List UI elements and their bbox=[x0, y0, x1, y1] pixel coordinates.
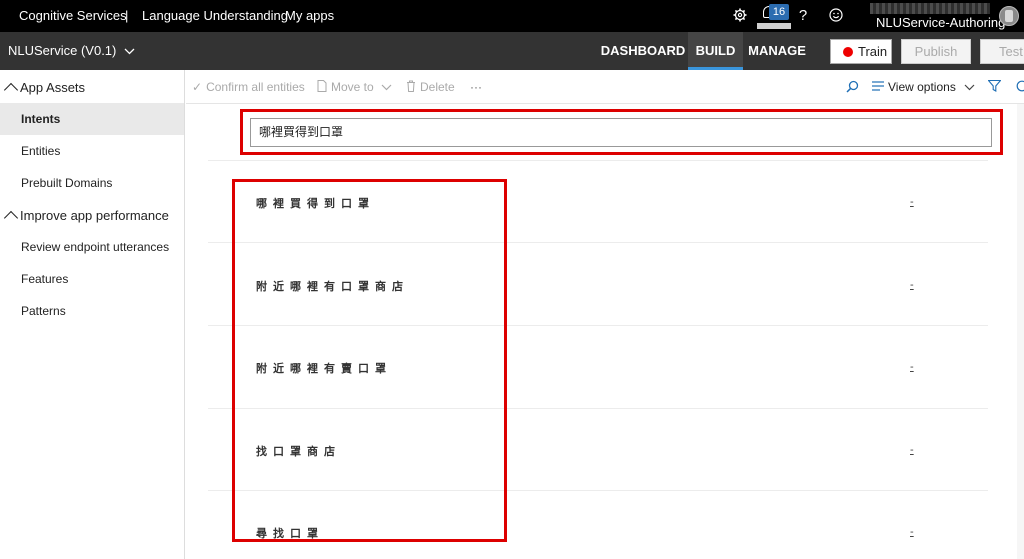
smiley-icon[interactable] bbox=[826, 0, 846, 32]
move-to-label: Move to bbox=[331, 80, 374, 94]
confirm-all-entities-button[interactable]: ✓ Confirm all entities bbox=[192, 70, 305, 104]
sidebar-item-review-endpoint-utterances[interactable]: Review endpoint utterances bbox=[0, 231, 184, 263]
sidebar: App Assets Intents Entities Prebuilt Dom… bbox=[0, 70, 185, 559]
train-button[interactable]: Train bbox=[830, 39, 892, 64]
blurred-account-email bbox=[870, 3, 990, 14]
move-to-button[interactable]: Move to bbox=[317, 70, 396, 104]
sidebar-group-app-assets[interactable]: App Assets bbox=[0, 72, 185, 104]
intent-dropdown[interactable]: - bbox=[910, 279, 914, 291]
sidebar-item-intents[interactable]: Intents bbox=[0, 103, 184, 135]
sidebar-item-entities[interactable]: Entities bbox=[0, 135, 184, 167]
app-nav-bar: NLUService (V0.1) DASHBOARD BUILD MANAGE… bbox=[0, 32, 1024, 70]
more-options-button[interactable]: ··· bbox=[470, 70, 482, 104]
gear-icon[interactable] bbox=[730, 0, 750, 32]
test-button[interactable]: Test bbox=[980, 39, 1024, 64]
publish-button[interactable]: Publish bbox=[901, 39, 971, 64]
view-options-button[interactable]: View options bbox=[872, 70, 979, 104]
chevron-down-icon bbox=[964, 70, 975, 104]
breadcrumb-cognitive-services[interactable]: Cognitive Services bbox=[19, 0, 127, 32]
train-label: Train bbox=[858, 44, 888, 59]
intent-dropdown[interactable]: - bbox=[910, 444, 914, 456]
row-divider bbox=[208, 160, 988, 161]
trash-icon bbox=[406, 70, 416, 104]
breadcrumb-my-apps[interactable]: My apps bbox=[285, 0, 334, 32]
confirm-all-entities-label: Confirm all entities bbox=[206, 80, 305, 94]
train-status-dot-icon bbox=[843, 47, 853, 57]
search-icon[interactable] bbox=[846, 70, 859, 104]
highlight-box-utterances bbox=[232, 179, 507, 542]
avatar[interactable] bbox=[999, 6, 1019, 26]
breadcrumb-language-understanding[interactable]: Language Understanding bbox=[142, 0, 288, 32]
help-icon[interactable]: ? bbox=[793, 0, 813, 32]
delete-button[interactable]: Delete bbox=[406, 70, 455, 104]
sidebar-group-label: Improve app performance bbox=[20, 208, 169, 223]
view-options-label: View options bbox=[888, 80, 956, 94]
refresh-icon[interactable] bbox=[1016, 70, 1024, 104]
list-icon bbox=[872, 70, 884, 104]
app-selector[interactable]: NLUService (V0.1) bbox=[8, 32, 135, 70]
sidebar-group-label: App Assets bbox=[20, 80, 86, 95]
chevron-up-icon bbox=[3, 210, 19, 226]
sidebar-item-prebuilt-domains[interactable]: Prebuilt Domains bbox=[0, 167, 184, 199]
vertical-scrollbar[interactable] bbox=[1017, 104, 1024, 559]
delete-label: Delete bbox=[420, 80, 455, 94]
intent-dropdown[interactable]: - bbox=[910, 526, 914, 538]
chevron-down-icon bbox=[381, 70, 392, 104]
utterance-input[interactable]: 哪裡買得到口罩 bbox=[250, 118, 992, 147]
intent-dropdown[interactable]: - bbox=[910, 196, 914, 208]
username[interactable]: NLUService-Authoring bbox=[876, 14, 1005, 32]
chevron-up-icon bbox=[3, 82, 19, 98]
chevron-down-icon bbox=[124, 34, 135, 72]
intent-dropdown[interactable]: - bbox=[910, 361, 914, 373]
sidebar-item-patterns[interactable]: Patterns bbox=[0, 295, 184, 327]
document-icon bbox=[317, 70, 327, 104]
checkmark-icon: ✓ bbox=[192, 80, 203, 94]
breadcrumb-separator: | bbox=[125, 8, 129, 23]
notification-count-badge: 16 bbox=[769, 4, 789, 20]
filter-icon[interactable] bbox=[987, 70, 1002, 104]
top-bar: Cognitive Services | Language Understand… bbox=[0, 0, 1024, 32]
app-name: NLUService (V0.1) bbox=[8, 43, 117, 58]
tab-manage[interactable]: MANAGE bbox=[745, 32, 809, 70]
sidebar-item-features[interactable]: Features bbox=[0, 263, 184, 295]
utterance-toolbar: ✓ Confirm all entities Move to Delete ···… bbox=[186, 70, 1024, 104]
tab-dashboard[interactable]: DASHBOARD bbox=[600, 32, 686, 70]
tab-build[interactable]: BUILD bbox=[688, 32, 743, 70]
notification-indicator bbox=[757, 23, 791, 29]
sidebar-group-improve-app-performance[interactable]: Improve app performance bbox=[0, 200, 185, 232]
